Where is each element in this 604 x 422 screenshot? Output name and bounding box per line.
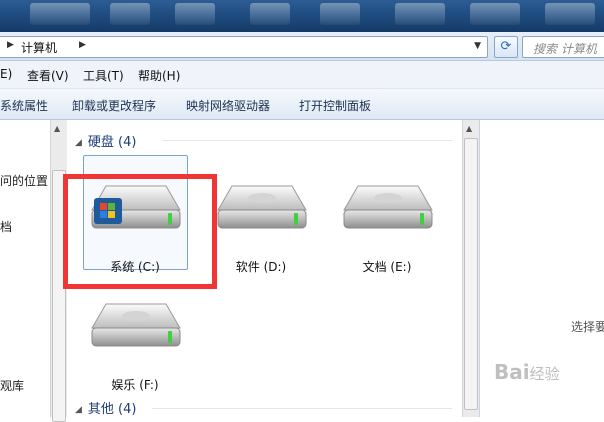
address-input[interactable]: ▶ 计算机 ▶ ▼ (0, 36, 488, 58)
system-properties-button[interactable]: 系统属性 (0, 97, 48, 114)
navigation-pane: 问的位置 档 观库 (0, 120, 50, 417)
taskbar-button[interactable] (175, 3, 215, 25)
baidu-watermark: Bai经验 (494, 360, 560, 384)
menu-help[interactable]: 帮助(H) (138, 67, 180, 84)
drive-e[interactable]: 文档 (E:) (332, 178, 442, 288)
drive-d[interactable]: 软件 (D:) (206, 178, 316, 288)
collapse-triangle-icon[interactable]: ◢ (75, 405, 82, 415)
taskbar-button[interactable] (470, 3, 520, 25)
nav-item-videos[interactable]: 观库 (0, 377, 24, 394)
search-placeholder: 搜索 计算机 (533, 42, 597, 56)
group-header-label: 其他 (4) (87, 402, 137, 417)
group-header-hard-disks[interactable]: ◢ 硬盘 (4) (75, 131, 136, 150)
drive-label: 软件 (D:) (235, 260, 287, 274)
hard-drive-icon (217, 185, 307, 229)
command-bar: 系统属性 卸载或更改程序 映射网络驱动器 打开控制面板 (0, 89, 604, 120)
highlight-annotation-box (63, 174, 217, 289)
menu-bar: E) 查看(V) 工具(T) 帮助(H) (0, 61, 604, 89)
taskbar-button[interactable] (320, 3, 360, 25)
hard-drive-icon (343, 185, 433, 229)
group-header-label: 硬盘 (4) (87, 135, 137, 150)
breadcrumb-computer[interactable]: 计算机 (21, 39, 57, 56)
scrollbar-thumb[interactable] (464, 138, 478, 410)
scroll-up-icon[interactable]: ▲ (466, 124, 472, 133)
search-input[interactable]: 搜索 计算机 (522, 36, 604, 58)
watermark-text: Bai (494, 360, 530, 384)
chevron-down-icon[interactable]: ▼ (474, 41, 481, 51)
map-network-drive-button[interactable]: 映射网络驱动器 (186, 97, 270, 114)
preview-hint: 选择要 (571, 320, 604, 334)
breadcrumb-arrow-icon[interactable]: ▶ (7, 40, 14, 50)
taskbar-button[interactable] (30, 3, 90, 25)
group-header-other[interactable]: ◢ 其他 (4) (75, 398, 136, 417)
taskbar-button[interactable] (395, 3, 445, 25)
taskbar-strip (0, 0, 604, 32)
collapse-triangle-icon[interactable]: ◢ (75, 138, 82, 148)
menu-edit[interactable]: E) (0, 67, 12, 81)
group-divider (152, 408, 452, 409)
refresh-icon: ⟳ (500, 39, 512, 54)
group-divider (162, 140, 452, 141)
menu-view[interactable]: 查看(V) (27, 67, 69, 84)
open-control-panel-button[interactable]: 打开控制面板 (299, 97, 371, 114)
hard-drive-icon (91, 303, 181, 347)
nav-item-documents[interactable]: 档 (0, 218, 12, 235)
taskbar-button[interactable] (545, 3, 595, 25)
menu-tools[interactable]: 工具(T) (83, 67, 124, 84)
address-bar: ▶ 计算机 ▶ ▼ ⟳ 搜索 计算机 (0, 32, 604, 61)
watermark-sub: 经验 (529, 365, 560, 383)
uninstall-program-button[interactable]: 卸载或更改程序 (72, 97, 156, 114)
drive-label: 娱乐 (F:) (111, 378, 159, 392)
drive-label: 文档 (E:) (362, 260, 412, 274)
content-scrollbar[interactable]: ▲ (462, 120, 479, 417)
refresh-button[interactable]: ⟳ (494, 36, 518, 58)
breadcrumb-arrow-icon[interactable]: ▶ (79, 40, 86, 50)
taskbar-button[interactable] (110, 3, 150, 25)
taskbar-button[interactable] (250, 3, 290, 25)
nav-item-recent-places[interactable]: 问的位置 (0, 172, 48, 189)
drive-f[interactable]: 娱乐 (F:) (80, 296, 190, 406)
scroll-up-icon[interactable]: ▲ (54, 124, 60, 133)
